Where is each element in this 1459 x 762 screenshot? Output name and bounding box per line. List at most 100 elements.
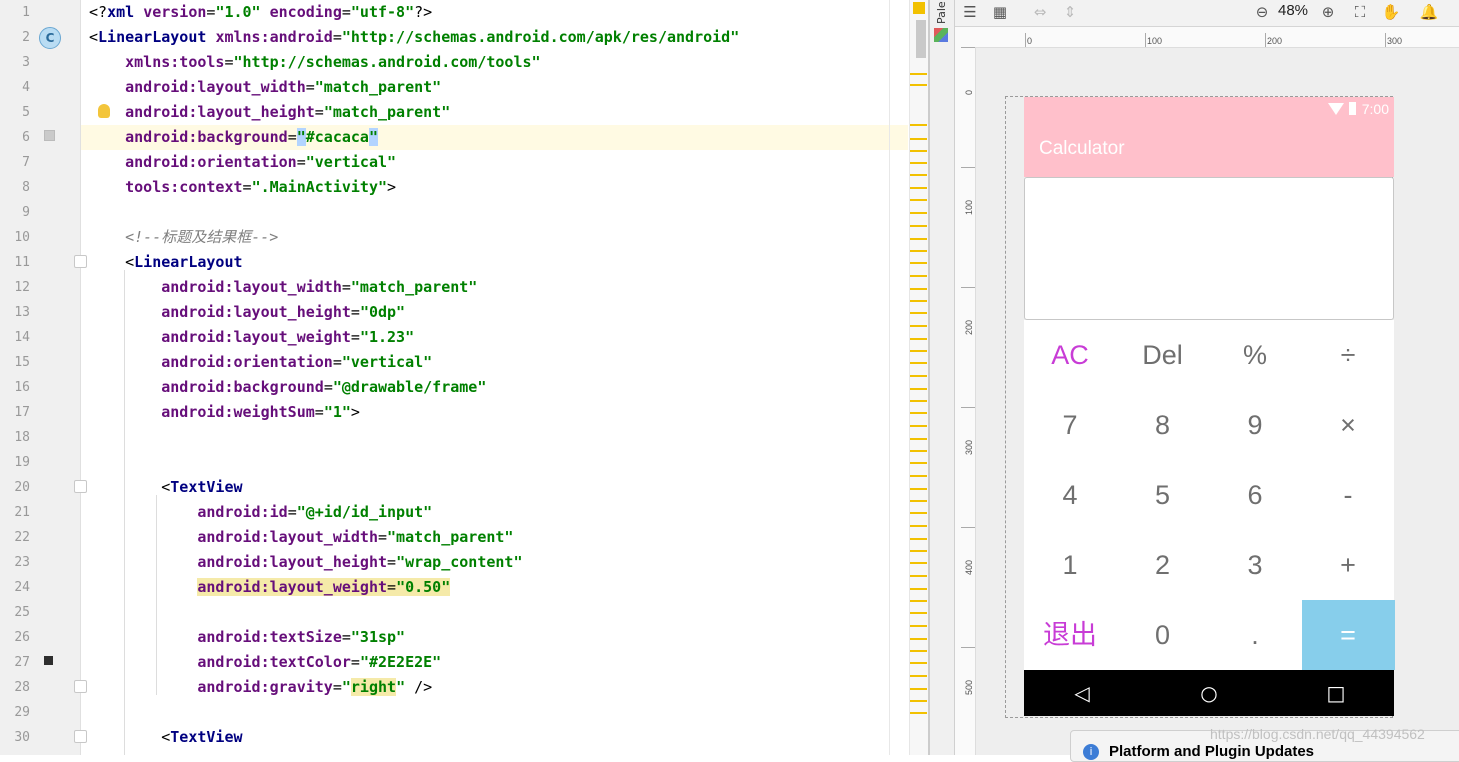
- resize-vertical-icon[interactable]: ⇕: [1059, 1, 1081, 23]
- code-line[interactable]: <TextView: [89, 725, 242, 750]
- zoom-fit-icon[interactable]: ⛶: [1349, 1, 1371, 23]
- code-line[interactable]: <!--标题及结果框-->: [89, 225, 278, 250]
- warning-indicator-icon[interactable]: [913, 2, 925, 14]
- design-surface[interactable]: ☰ ▦ ⇔ ⇕ ⊖ 48% ⊕ ⛶ ✋ 🔔 0 100 200 300 0 100 200…: [955, 0, 1459, 755]
- code-line[interactable]: xmlns:tools="http://schemas.android.com/…: [89, 50, 540, 75]
- stripe-marker[interactable]: [910, 438, 927, 440]
- stripe-marker[interactable]: [910, 350, 927, 352]
- stripe-marker[interactable]: [910, 612, 927, 614]
- stripe-marker[interactable]: [910, 538, 927, 540]
- code-line[interactable]: android:layout_height="wrap_content": [89, 550, 522, 575]
- key-percent-button[interactable]: %: [1209, 320, 1301, 390]
- stripe-marker[interactable]: [910, 650, 927, 652]
- key-divide-button[interactable]: ÷: [1302, 320, 1395, 390]
- home-icon[interactable]: ○: [1189, 670, 1229, 716]
- palette-tab[interactable]: Pale: [935, 1, 949, 24]
- stripe-marker[interactable]: [910, 500, 927, 502]
- stripe-marker[interactable]: [910, 150, 927, 152]
- code-line[interactable]: android:layout_weight="1.23": [89, 325, 414, 350]
- code-line[interactable]: android:layout_width="match_parent": [89, 275, 477, 300]
- editor-scrollbar[interactable]: [916, 20, 926, 58]
- notification-bell-icon[interactable]: 🔔: [1418, 1, 1440, 23]
- pan-hand-icon[interactable]: ✋: [1380, 1, 1402, 23]
- key-decimal-button[interactable]: .: [1209, 600, 1301, 670]
- stripe-marker[interactable]: [910, 688, 927, 690]
- code-line[interactable]: android:orientation="vertical": [89, 150, 396, 175]
- stripe-marker[interactable]: [910, 512, 927, 514]
- stripe-marker[interactable]: [910, 388, 927, 390]
- code-line[interactable]: tools:context=".MainActivity">: [89, 175, 396, 200]
- color-swatch-icon[interactable]: [44, 656, 53, 665]
- stripe-marker[interactable]: [910, 462, 927, 464]
- key-6-button[interactable]: 6: [1209, 460, 1301, 530]
- code-editor[interactable]: 1 2 3 4 5 6 7 8 9 10 11 12 13 14 15 16 17 18 19 20 21 22 23 24 2…: [0, 0, 928, 755]
- key-0-button[interactable]: 0: [1117, 600, 1209, 670]
- key-delete-button[interactable]: Del: [1117, 320, 1209, 390]
- stripe-marker[interactable]: [910, 575, 927, 577]
- stripe-marker[interactable]: [910, 362, 927, 364]
- phone-preview[interactable]: 7:00 Calculator AC Del% ÷ 7 8 9 × 4 5 6- 1 2 3 + 退出 0. =…: [1024, 97, 1395, 716]
- list-icon[interactable]: ☰: [959, 1, 981, 23]
- error-stripe[interactable]: [909, 0, 928, 755]
- resize-horizontal-icon[interactable]: ⇔: [1029, 1, 1051, 23]
- stripe-marker[interactable]: [910, 450, 927, 452]
- class-icon[interactable]: C: [39, 27, 61, 49]
- stripe-marker[interactable]: [910, 238, 927, 240]
- palette-strip[interactable]: [930, 0, 955, 755]
- stripe-marker[interactable]: [910, 488, 927, 490]
- recents-icon[interactable]: □: [1316, 670, 1356, 716]
- stripe-marker[interactable]: [910, 712, 927, 714]
- stripe-marker[interactable]: [910, 550, 927, 552]
- fold-marker-icon[interactable]: [74, 730, 87, 743]
- code-line[interactable]: android:textColor="#2E2E2E": [89, 650, 441, 675]
- key-exit-button[interactable]: 退出: [1024, 600, 1116, 670]
- code-line[interactable]: android:weightSum="1">: [89, 400, 360, 425]
- stripe-marker[interactable]: [910, 700, 927, 702]
- stripe-marker[interactable]: [910, 162, 927, 164]
- fold-marker-icon[interactable]: [74, 480, 87, 493]
- stripe-marker[interactable]: [910, 300, 927, 302]
- code-line[interactable]: android:id="@+id/id_input": [89, 500, 432, 525]
- key-plus-button[interactable]: +: [1302, 530, 1395, 600]
- code-line[interactable]: android:layout_height="match_parent": [89, 100, 450, 125]
- code-line[interactable]: android:layout_width="match_parent": [89, 75, 441, 100]
- stripe-marker[interactable]: [910, 84, 927, 86]
- stripe-marker[interactable]: [910, 412, 927, 414]
- stripe-marker[interactable]: [910, 425, 927, 427]
- stripe-marker[interactable]: [910, 375, 927, 377]
- key-5-button[interactable]: 5: [1117, 460, 1209, 530]
- stripe-marker[interactable]: [910, 625, 927, 627]
- stripe-marker[interactable]: [910, 250, 927, 252]
- stripe-marker[interactable]: [910, 600, 927, 602]
- code-line[interactable]: android:orientation="vertical": [89, 350, 432, 375]
- key-7-button[interactable]: 7: [1024, 390, 1116, 460]
- key-clear-button[interactable]: AC: [1024, 320, 1116, 390]
- stripe-marker[interactable]: [910, 525, 927, 527]
- color-swatch-icon[interactable]: [44, 130, 55, 141]
- stripe-marker[interactable]: [910, 212, 927, 214]
- stripe-marker[interactable]: [910, 562, 927, 564]
- stripe-marker[interactable]: [910, 138, 927, 140]
- zoom-in-icon[interactable]: ⊕: [1317, 1, 1339, 23]
- stripe-marker[interactable]: [910, 174, 927, 176]
- key-2-button[interactable]: 2: [1117, 530, 1209, 600]
- stripe-marker[interactable]: [910, 588, 927, 590]
- stripe-marker[interactable]: [910, 638, 927, 640]
- code-line[interactable]: <LinearLayout xmlns:android="http://sche…: [89, 25, 739, 50]
- palette-icon[interactable]: [934, 28, 948, 42]
- key-4-button[interactable]: 4: [1024, 460, 1116, 530]
- code-line[interactable]: android:textSize="31sp": [89, 625, 405, 650]
- fold-marker-icon[interactable]: [74, 680, 87, 693]
- stripe-marker[interactable]: [910, 400, 927, 402]
- stripe-marker[interactable]: [910, 225, 927, 227]
- code-line[interactable]: android:background="#cacaca": [89, 125, 378, 150]
- code-area[interactable]: <?xml version="1.0" encoding="utf-8"?> <L…: [81, 0, 889, 755]
- stripe-marker[interactable]: [910, 675, 927, 677]
- code-line[interactable]: <?xml version="1.0" encoding="utf-8"?>: [89, 0, 432, 25]
- fold-marker-icon[interactable]: [74, 255, 87, 268]
- code-line[interactable]: android:gravity="right" />: [89, 675, 432, 700]
- code-line[interactable]: <LinearLayout: [89, 250, 242, 275]
- key-multiply-button[interactable]: ×: [1302, 390, 1395, 460]
- stripe-marker[interactable]: [910, 275, 927, 277]
- stripe-marker[interactable]: [910, 124, 927, 126]
